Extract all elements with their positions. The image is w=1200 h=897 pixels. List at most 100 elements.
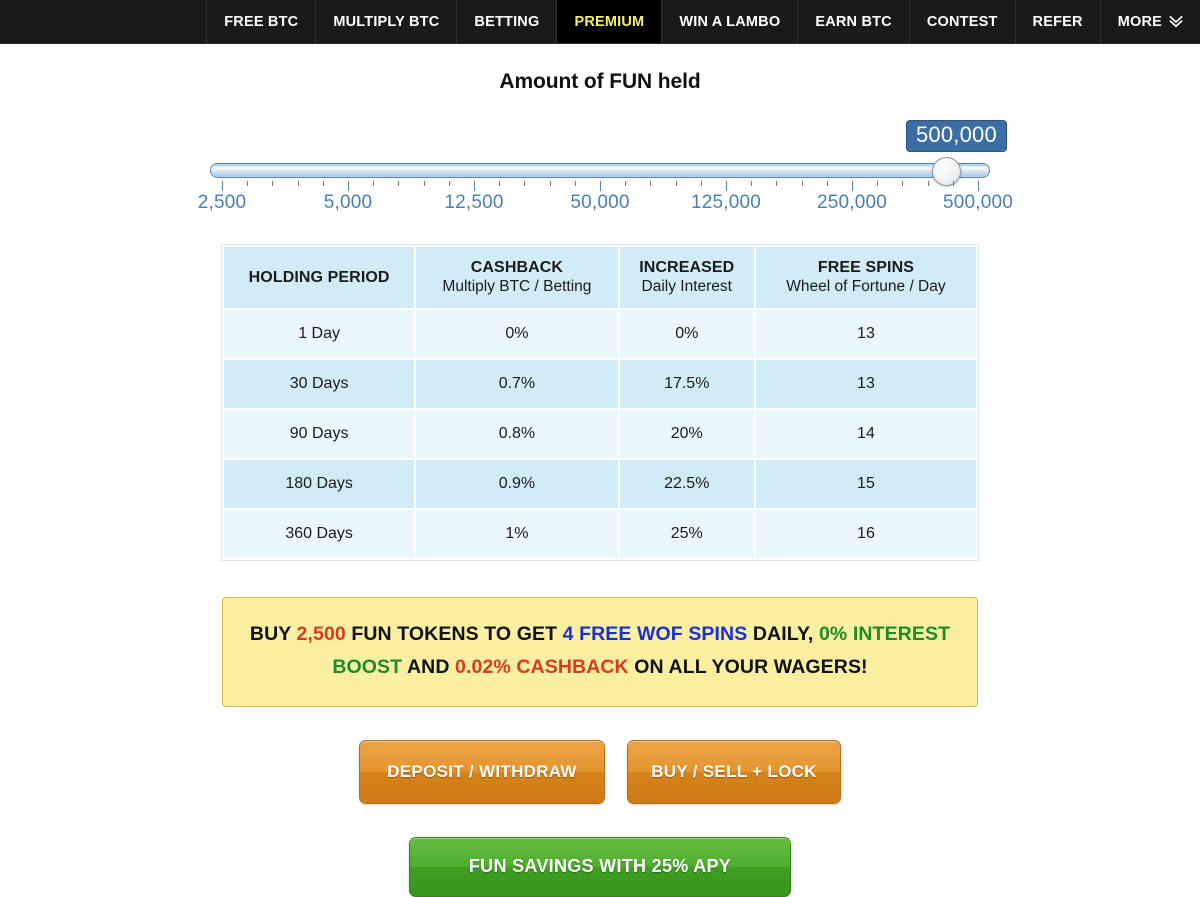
- nav-item-label: MORE: [1117, 13, 1162, 30]
- table-row: 180 Days 0.9% 22.5% 15: [224, 460, 976, 508]
- slider-tick-label: 125,000: [690, 192, 762, 213]
- slider-tick-major: [600, 181, 601, 191]
- slider-tick-minor: [826, 181, 828, 186]
- table-cell-cashback: 0.8%: [416, 410, 618, 458]
- slider-tick-label: 50,000: [570, 192, 630, 213]
- chevron-double-down-icon: [1169, 15, 1183, 30]
- slider-tick-label: 5,000: [323, 192, 373, 213]
- nav-item-contest[interactable]: CONTEST: [908, 0, 1015, 43]
- slider-tick-major: [222, 181, 223, 191]
- table-cell-free-spins: 13: [755, 360, 976, 408]
- main-content: Amount of FUN held 500,000 2,500 5,000 12,…: [0, 44, 1200, 897]
- header-main-text: CASHBACK: [470, 259, 564, 276]
- slider-tick-minor: [625, 181, 627, 186]
- slider-tick-minor: [952, 181, 954, 186]
- banner-text-segment: 0.02% CASHBACK: [455, 655, 629, 678]
- slider-tick-minor: [524, 181, 526, 186]
- slider-tick-minor: [423, 181, 425, 186]
- table-cell-free-spins: 13: [755, 310, 976, 358]
- table-row: 90 Days 0.8% 20% 14: [224, 410, 976, 458]
- slider-tick-minor: [902, 181, 904, 186]
- table-cell-holding-period: 1 Day: [224, 310, 415, 358]
- table-cell-free-spins: 15: [755, 460, 976, 508]
- header-main-text: INCREASED: [639, 259, 735, 276]
- table-header-cashback: CASHBACK Multiply BTC / Betting: [416, 247, 618, 308]
- table-cell-increased-interest: 20%: [619, 410, 754, 458]
- tier-benefits-table-container: HOLDING PERIOD CASHBACK Multiply BTC / B…: [221, 244, 979, 561]
- table-cell-cashback: 0.9%: [416, 460, 618, 508]
- page-title: Amount of FUN held: [499, 70, 701, 93]
- banner-text-segment: 4 FREE WOF SPINS: [562, 623, 748, 645]
- slider-tick-labels: 2,500 5,000 12,500 50,000 125,000 250,000 500,…: [198, 192, 1013, 218]
- nav-item-premium[interactable]: PREMIUM: [556, 0, 662, 43]
- slider-tick-label: 12,500: [444, 192, 504, 213]
- table-header-holding-period: HOLDING PERIOD: [224, 247, 415, 308]
- banner-text-segment: 2,500: [296, 623, 346, 645]
- tier-benefits-table: HOLDING PERIOD CASHBACK Multiply BTC / B…: [222, 245, 978, 560]
- table-cell-increased-interest: 25%: [619, 510, 754, 558]
- nav-item-free-btc[interactable]: FREE BTC: [206, 0, 316, 43]
- slider-tick-minor: [574, 181, 576, 186]
- nav-item-label: WIN A LAMBO: [679, 13, 781, 30]
- table-header: HOLDING PERIOD CASHBACK Multiply BTC / B…: [224, 247, 976, 308]
- table-cell-holding-period: 360 Days: [224, 510, 415, 558]
- nav-item-more[interactable]: MORE: [1099, 0, 1200, 43]
- nav-item-multiply-btc[interactable]: MULTIPLY BTC: [315, 0, 457, 43]
- table-cell-free-spins: 16: [755, 510, 976, 558]
- fun-savings-button[interactable]: FUN SAVINGS WITH 25% APY: [409, 836, 791, 897]
- table-cell-cashback: 1%: [416, 510, 618, 558]
- table-cell-increased-interest: 22.5%: [619, 460, 754, 508]
- nav-item-label: PREMIUM: [574, 13, 645, 30]
- slider-value-tooltip: 500,000: [906, 120, 1007, 152]
- table-cell-cashback: 0.7%: [416, 360, 618, 408]
- nav-item-betting[interactable]: BETTING: [456, 0, 557, 43]
- table-row: 360 Days 1% 25% 16: [224, 510, 976, 558]
- nav-item-refer[interactable]: REFER: [1014, 0, 1100, 43]
- table-cell-free-spins: 14: [755, 410, 976, 458]
- nav-item-win-a-lambo[interactable]: WIN A LAMBO: [661, 0, 798, 43]
- banner-text-segment: FUN TOKENS TO GET: [345, 623, 563, 645]
- slider-tick-major: [852, 181, 853, 191]
- nav-item-label: BETTING: [474, 13, 540, 30]
- slider-tick-minor: [675, 181, 677, 186]
- table-cell-cashback: 0%: [416, 310, 618, 358]
- table-cell-holding-period: 90 Days: [224, 410, 415, 458]
- buy-sell-lock-button[interactable]: BUY / SELL + LOCK: [627, 739, 841, 804]
- slider-tick-minor: [700, 181, 702, 186]
- header-main-text: HOLDING PERIOD: [248, 268, 390, 286]
- table-body: 1 Day 0% 0% 13 30 Days 0.7% 17.5% 13 90 Days 0.8%…: [224, 310, 976, 558]
- slider-tick-minor: [272, 181, 274, 186]
- nav-item-earn-btc[interactable]: EARN BTC: [797, 0, 909, 43]
- slider-track[interactable]: [210, 163, 990, 178]
- slider-tick-minor: [322, 181, 324, 186]
- banner-text-segment: ON ALL YOUR WAGERS!: [628, 655, 868, 678]
- promo-banner: BUY 2,500 FUN TOKENS TO GET 4 FREE WOF S…: [222, 597, 978, 707]
- table-row: 30 Days 0.7% 17.5% 13: [224, 360, 976, 408]
- slider-tick-minor: [549, 181, 551, 186]
- nav-item-label: EARN BTC: [815, 13, 892, 30]
- deposit-withdraw-button[interactable]: DEPOSIT / WITHDRAW: [359, 739, 605, 804]
- slider-tick-minor: [751, 181, 753, 186]
- slider-tick-minor: [297, 181, 299, 186]
- slider-tick-minor: [247, 181, 249, 186]
- slider-tick-minor: [877, 181, 879, 186]
- banner-text-segment: AND: [402, 655, 456, 678]
- slider-tick-major: [474, 181, 475, 191]
- table-row: 1 Day 0% 0% 13: [224, 310, 976, 358]
- slider-tick-minor: [927, 181, 929, 186]
- table-cell-increased-interest: 17.5%: [619, 360, 754, 408]
- table-header-free-spins: FREE SPINS Wheel of Fortune / Day: [755, 247, 976, 308]
- banner-text-segment: DAILY,: [747, 623, 819, 645]
- header-sub-text: Daily Interest: [641, 278, 732, 295]
- header-sub-text: Multiply BTC / Betting: [442, 278, 592, 295]
- table-cell-holding-period: 180 Days: [224, 460, 415, 508]
- table-cell-increased-interest: 0%: [619, 310, 754, 358]
- slider-tick-minor: [801, 181, 803, 186]
- fun-amount-slider[interactable]: 500,000 2,500 5,000 12,500 50,000 125,000 250…: [198, 120, 1013, 213]
- slider-tick-minor: [373, 181, 375, 186]
- table-header-row: HOLDING PERIOD CASHBACK Multiply BTC / B…: [224, 247, 976, 308]
- slider-tick-label: 500,000: [942, 192, 1014, 213]
- header-sub-text: Wheel of Fortune / Day: [786, 278, 946, 295]
- banner-text-segment: BUY: [249, 623, 297, 645]
- slider-tick-major: [726, 181, 727, 191]
